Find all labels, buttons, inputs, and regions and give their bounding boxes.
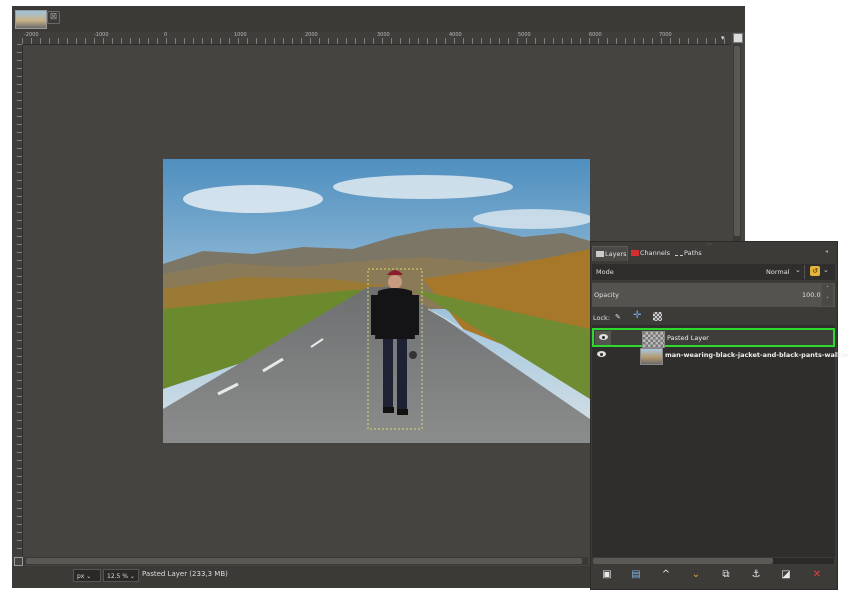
tab-paths[interactable]: Paths [672, 246, 706, 261]
page-icon[interactable]: ▣ [601, 569, 613, 581]
ruler-ticks [17, 44, 22, 556]
lock-alpha-icon[interactable] [653, 312, 662, 321]
ruler-label: 2000 [305, 32, 318, 38]
dock-tabs: Layers Channels Paths [590, 246, 836, 262]
chevron-down-icon[interactable]: ⌄ [795, 266, 801, 274]
ruler-label: -1000 [94, 32, 109, 38]
mode-label: Mode [596, 268, 614, 276]
canvas-image[interactable] [163, 159, 590, 443]
zoom-value: 12.5 % [107, 573, 128, 580]
image-tab-strip [12, 6, 745, 32]
layer-row-background-photo[interactable]: man-wearing-black-jacket-and-black-pants… [592, 347, 848, 366]
zoom-select[interactable]: 12.5 % ⌄ [103, 569, 139, 582]
vertical-ruler[interactable] [12, 44, 23, 556]
ruler-label: 3000 [377, 32, 390, 38]
eye-icon[interactable] [597, 351, 606, 357]
horizontal-ruler[interactable]: -2000 -1000 0 1000 2000 3000 4000 5000 6… [22, 32, 731, 45]
channels-icon [631, 250, 639, 256]
ruler-label: 5000 [518, 32, 531, 38]
ruler-menu-arrow-icon[interactable]: ▾ [721, 34, 729, 42]
duplicate-icon[interactable]: ⧉ [720, 569, 732, 581]
ruler-corner [12, 32, 22, 44]
ruler-label: 1000 [234, 32, 247, 38]
ruler-label: -2000 [24, 32, 39, 38]
eye-icon[interactable] [599, 334, 608, 340]
status-message: Pasted Layer (233,3 MB) [142, 570, 228, 578]
lock-label: Lock: [593, 314, 611, 322]
tab-close-icon[interactable]: ⊠ [47, 11, 60, 24]
folder-icon[interactable]: ▤ [630, 569, 642, 581]
image-tab-thumbnail[interactable] [15, 10, 47, 29]
quick-mask-icon[interactable] [14, 557, 23, 566]
separator [804, 265, 805, 279]
road-photo [163, 159, 590, 443]
lock-position-icon[interactable]: ✛ [633, 311, 641, 321]
horizontal-scrollbar-thumb[interactable] [26, 558, 582, 564]
ruler-ticks [22, 38, 731, 44]
ruler-label: 4000 [449, 32, 462, 38]
opacity-spin-button[interactable]: ˄ ˅ [822, 284, 833, 306]
tab-channels[interactable]: Channels [628, 246, 672, 261]
layer-row-pasted-layer[interactable]: Pasted Layer [592, 328, 835, 348]
tab-layers[interactable]: Layers [592, 246, 628, 261]
composite-mode-icon[interactable]: ↺ [810, 266, 820, 276]
opacity-value: 100.0 [802, 291, 821, 299]
mode-select[interactable]: Normal [766, 268, 790, 276]
layer-name[interactable]: man-wearing-black-jacket-and-black-pants… [665, 351, 848, 359]
vertical-scrollbar-thumb[interactable] [734, 46, 740, 236]
tab-channels-label: Channels [640, 249, 671, 257]
ruler-label: 7000 [659, 32, 672, 38]
unit-select[interactable]: px ⌄ [73, 569, 101, 582]
chevron-down-icon[interactable]: ⌄ [823, 266, 829, 274]
opacity-slider[interactable] [592, 283, 835, 307]
anchor-icon[interactable]: ⚓ [750, 569, 762, 581]
layers-scrollbar-thumb[interactable] [593, 558, 773, 564]
layers-icon [596, 251, 604, 257]
layers-button-bar [590, 566, 836, 586]
layer-thumbnail [640, 348, 663, 365]
navigate-icon[interactable] [733, 33, 743, 43]
opacity-label: Opacity [594, 291, 620, 299]
lock-pixels-icon[interactable]: ✎ [615, 313, 621, 321]
mask-icon[interactable]: ◪ [780, 569, 792, 581]
layer-thumbnail [642, 331, 665, 348]
layer-name[interactable]: Pasted Layer [667, 334, 709, 342]
ruler-label: 0 [164, 32, 168, 38]
tab-layers-label: Layers [605, 250, 627, 258]
dock-menu-icon[interactable]: ◂ [825, 248, 828, 255]
ruler-label: 6000 [589, 32, 602, 38]
chevron-down-icon[interactable]: ⌄ [690, 569, 702, 581]
delete-icon[interactable]: ✕ [811, 569, 823, 581]
chevron-up-icon[interactable]: ^ [660, 569, 672, 581]
unit-value: px [77, 573, 85, 580]
paths-icon [675, 251, 683, 256]
tab-paths-label: Paths [684, 249, 702, 257]
